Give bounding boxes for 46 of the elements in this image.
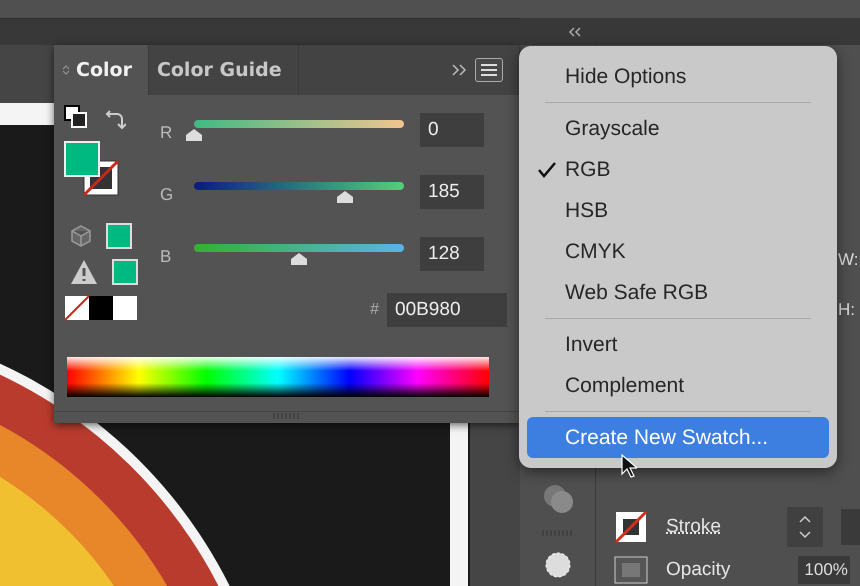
resize-grip-icon[interactable]: [272, 412, 302, 420]
width-label: W:: [838, 250, 858, 270]
opacity-field[interactable]: 100%: [798, 556, 850, 584]
stroke-label[interactable]: Stroke: [666, 516, 721, 538]
cursor-icon: [621, 454, 637, 478]
menu-item[interactable]: Invert: [527, 324, 829, 365]
color-spectrum[interactable]: [67, 357, 489, 397]
stroke-swatch-icon[interactable]: [614, 510, 648, 544]
collapse-icon[interactable]: [568, 26, 582, 36]
opacity-label: Opacity: [666, 559, 730, 581]
dashed-circle-icon[interactable]: [542, 550, 572, 580]
menu-item[interactable]: HSB: [527, 190, 829, 231]
value-field[interactable]: 185: [420, 175, 484, 209]
collapse-arrows-icon: [62, 64, 70, 76]
fill-stroke-swatch[interactable]: [64, 141, 120, 199]
preset-swatches[interactable]: [64, 295, 138, 321]
slider-thumb[interactable]: [185, 129, 203, 141]
web-color-swatch[interactable]: [106, 223, 132, 249]
panel-menu-button[interactable]: [475, 58, 503, 82]
slider-label: R: [160, 123, 174, 143]
cube-icon: [70, 224, 92, 248]
menu-item[interactable]: Grayscale: [527, 108, 829, 149]
menu-item[interactable]: CMYK: [527, 231, 829, 272]
panel-tab[interactable]: Color: [54, 45, 149, 95]
menu-item[interactable]: Web Safe RGB: [527, 272, 829, 313]
gamut-color-swatch[interactable]: [112, 259, 138, 285]
stepper[interactable]: [786, 507, 823, 547]
hex-field[interactable]: 00B980: [387, 293, 507, 327]
menu-item[interactable]: Complement: [527, 365, 829, 406]
menu-item[interactable]: Create New Swatch...: [527, 417, 829, 458]
grip-icon: [540, 530, 574, 536]
height-label: H:: [838, 300, 855, 320]
expand-icon[interactable]: [451, 64, 467, 76]
menu-item[interactable]: RGB: [527, 149, 829, 190]
swap-arrow-icon[interactable]: [104, 109, 126, 131]
hash-label: #: [370, 301, 379, 319]
menu-icon: [481, 64, 497, 76]
menu-item[interactable]: Hide Options: [527, 56, 829, 97]
slider-label: G: [160, 185, 174, 205]
default-colors-icon[interactable]: [64, 105, 90, 131]
value-field[interactable]: 128: [420, 237, 484, 271]
slider-label: B: [160, 247, 172, 267]
checkmark-icon: [537, 161, 557, 179]
value-field[interactable]: 0: [420, 113, 484, 147]
chevrons-icon: [798, 514, 812, 540]
warning-icon: [70, 259, 98, 285]
